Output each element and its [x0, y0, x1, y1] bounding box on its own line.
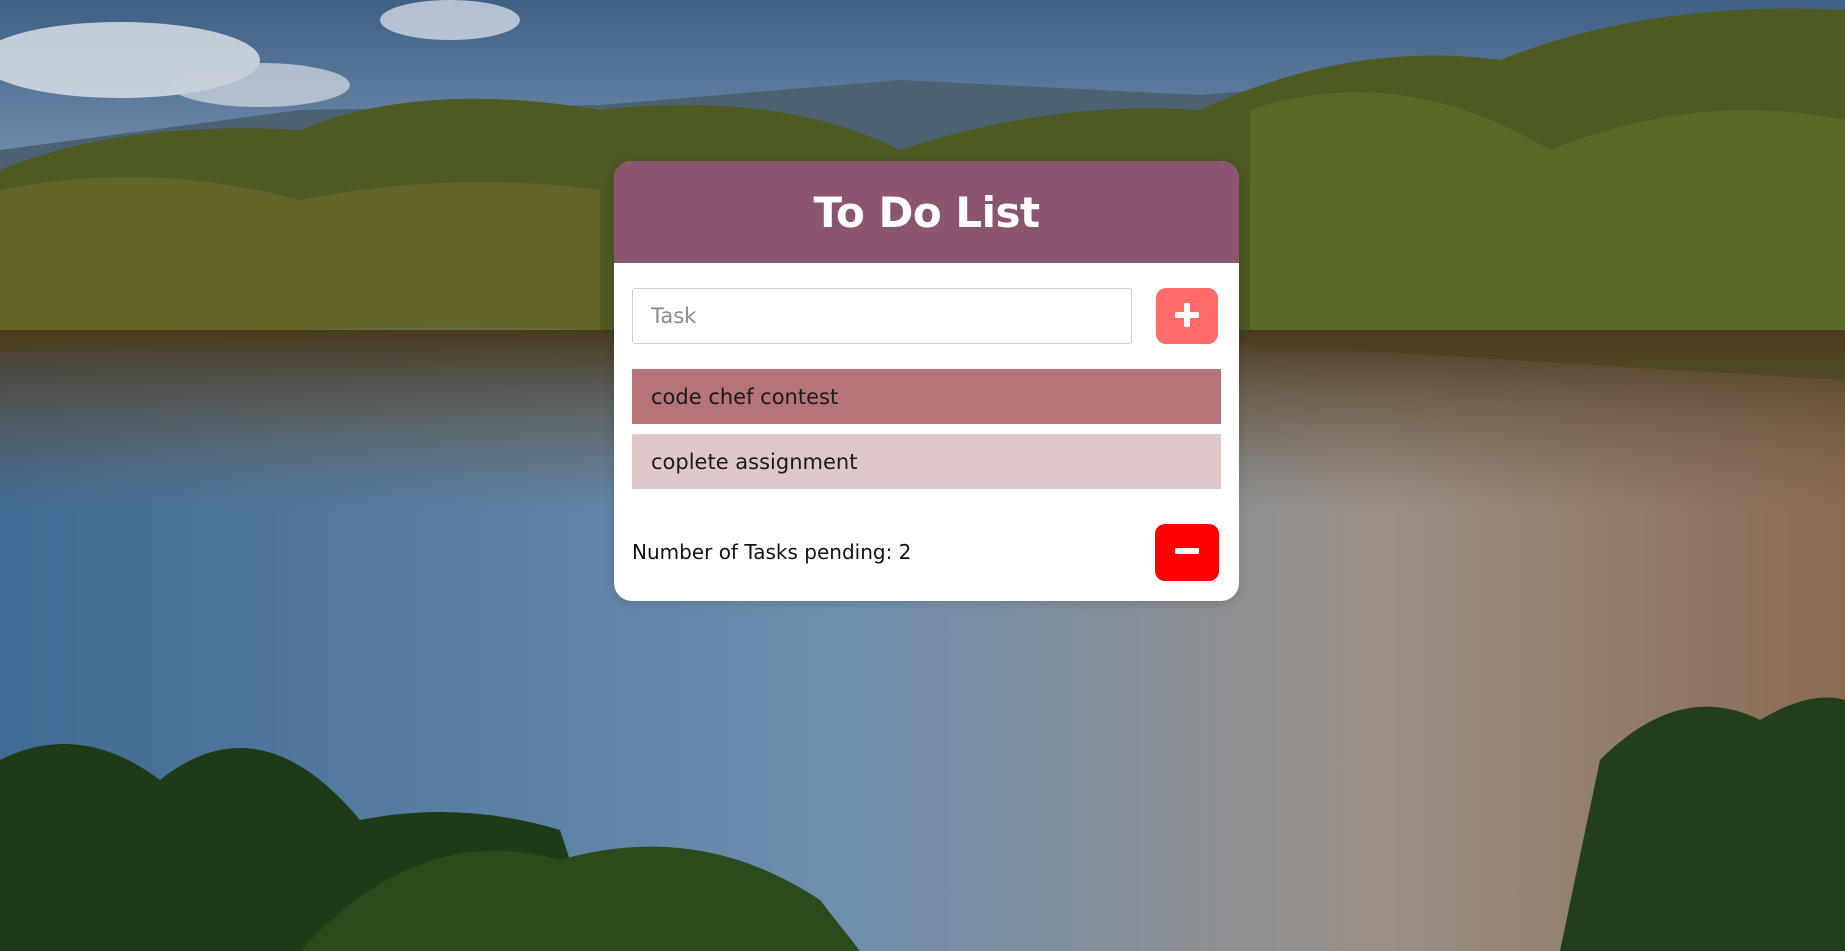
list-item[interactable]: coplete assignment: [632, 434, 1221, 489]
page-title: To Do List: [813, 187, 1040, 237]
minus-icon: [1174, 538, 1200, 567]
task-list: code chef contest coplete assignment: [632, 369, 1221, 499]
card-header: To Do List: [614, 161, 1239, 263]
task-input-row: [632, 288, 1218, 346]
footer-row: Number of Tasks pending: 2: [632, 523, 1219, 581]
todo-card: To Do List code chef contest coplete ass…: [614, 161, 1239, 601]
task-input[interactable]: [632, 288, 1132, 344]
list-item[interactable]: code chef contest: [632, 369, 1221, 424]
task-label: code chef contest: [651, 384, 839, 409]
plus-icon: [1174, 302, 1200, 331]
add-task-button[interactable]: [1156, 288, 1218, 344]
task-label: coplete assignment: [651, 449, 858, 474]
clear-tasks-button[interactable]: [1155, 524, 1219, 581]
pending-count: Number of Tasks pending: 2: [632, 540, 912, 564]
